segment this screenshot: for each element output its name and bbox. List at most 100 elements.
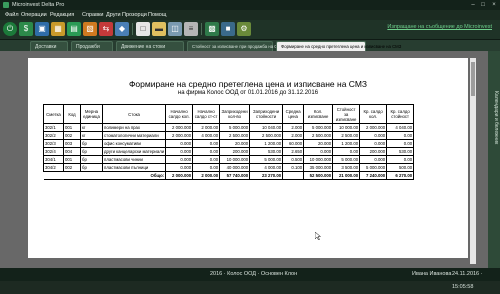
- payment-icon[interactable]: ◆: [115, 22, 129, 36]
- settings-icon[interactable]: ⚙: [237, 22, 251, 36]
- column-header: Заприходени кол-во: [219, 104, 251, 124]
- table-cell: 0.00: [192, 155, 221, 164]
- table-cell: други канцеларски материали: [101, 147, 167, 156]
- table-cell: 2 000.00: [192, 123, 221, 132]
- column-header: Начално салдо ст-ст: [192, 104, 221, 124]
- table-cell: 10 040.00: [249, 123, 284, 132]
- column-header: Кр. салдо кол.: [359, 104, 388, 124]
- table-cell: пластмасови пълници: [101, 163, 167, 172]
- table-cell: 304/1: [43, 155, 64, 164]
- table-cell: 2 500.000: [303, 131, 334, 140]
- table-cell: 35 000.000: [303, 163, 334, 172]
- cart-icon[interactable]: ▣: [35, 22, 49, 36]
- table-cell: 10 000.000: [219, 155, 251, 164]
- scrollbar-thumb[interactable]: [471, 62, 475, 96]
- dollar-icon[interactable]: $: [19, 22, 33, 36]
- tab-weighted-price[interactable]: Формиране на средно претеглена цена и из…: [276, 41, 401, 51]
- minimize-icon[interactable]: –: [468, 1, 478, 9]
- total-cell: 52 500.000: [303, 171, 334, 180]
- table-cell: 0.100: [282, 163, 305, 172]
- title-bar: Microinvest Delta Pro – □ ×: [0, 0, 500, 10]
- table-cell: 0.00: [386, 155, 415, 164]
- menu-other[interactable]: Други: [106, 10, 121, 20]
- table-row: 302/4 004 бр други канцеларски материали 0.0…: [43, 147, 415, 156]
- table-cell: 1 200.00: [332, 139, 361, 148]
- table-cell: 5 000.000: [303, 123, 334, 132]
- chart-icon[interactable]: ■: [221, 22, 235, 36]
- table-cell: стоматологични материали: [101, 131, 167, 140]
- table-cell: 2 000.000: [165, 123, 194, 132]
- menu-reports[interactable]: Справки: [82, 10, 103, 20]
- table-cell: 0.000: [359, 139, 388, 148]
- table-cell: полимери на прах: [101, 123, 167, 132]
- power-icon[interactable]: ⏻: [3, 22, 17, 36]
- table-cell: 2.650: [282, 147, 305, 156]
- table-cell: 2 000.000: [359, 123, 388, 132]
- table-cell: 2.000: [282, 123, 305, 132]
- table-cell: 1 200.00: [249, 139, 284, 148]
- close-icon[interactable]: ×: [489, 1, 499, 9]
- table-cell: 0.000: [165, 155, 194, 164]
- table-cell: 0.000: [165, 139, 194, 148]
- column-header: Стока: [101, 104, 167, 124]
- vertical-scrollbar[interactable]: [470, 58, 476, 264]
- box-icon[interactable]: ▧: [83, 22, 97, 36]
- invoice-icon[interactable]: ▤: [67, 22, 81, 36]
- table-row: 304/1 001 бр пластмасови чинии 0.000 0.00 10 0…: [43, 155, 415, 164]
- total-cell: 23 270.00: [249, 171, 284, 180]
- tab-sales[interactable]: Продажби: [71, 41, 113, 51]
- table-cell: 40 000.000: [219, 163, 251, 172]
- table-cell: 0.500: [282, 155, 305, 164]
- total-cell: 57 740.000: [219, 171, 251, 180]
- transfer-icon[interactable]: ⇆: [99, 22, 113, 36]
- table-cell: 20.000: [219, 139, 251, 148]
- column-header: Стойност за изписване: [332, 104, 361, 124]
- report-table: Сметка Код Мерна единица Стока Начално салдо…: [43, 104, 415, 180]
- bag-icon[interactable]: ▦: [51, 22, 65, 36]
- table-cell: бр: [80, 147, 103, 156]
- menu-operations[interactable]: Операции: [21, 10, 47, 20]
- tab-stock-movement[interactable]: Движение на стоки: [116, 41, 184, 51]
- table-cell: 0.00: [386, 139, 415, 148]
- promo-link[interactable]: Изпращане на съобщение до Microinvest: [387, 24, 492, 30]
- report-icon[interactable]: ▩: [205, 22, 219, 36]
- tab-deliveries[interactable]: Доставки: [30, 41, 68, 51]
- table-cell: 200.000: [219, 147, 251, 156]
- total-row: Общо: 2 000.000 2 000.00 57 740.000 23 270.0…: [43, 171, 415, 180]
- table-cell: 302/2: [43, 131, 64, 140]
- menu-windows[interactable]: Прозорци: [122, 10, 147, 20]
- maximize-icon[interactable]: □: [478, 1, 488, 9]
- table-cell: 20.000: [303, 139, 334, 148]
- status-company: 2016 · Колос ООД · Основен Клон: [210, 271, 298, 277]
- report-title: Формиране на средно претеглена цена и из…: [128, 79, 368, 89]
- table-cell: пластмасови чинии: [101, 155, 167, 164]
- table-cell: бр: [80, 163, 103, 172]
- table-header: Сметка Код Мерна единица Стока Начално салдо…: [43, 104, 415, 124]
- table-cell: кг: [80, 123, 103, 132]
- table-row: 304/2 002 бр пластмасови пълници 0.000 0.00 40…: [43, 163, 415, 172]
- table-cell: 3 500.00: [332, 163, 361, 172]
- folder-icon[interactable]: ▬: [152, 22, 166, 36]
- toolbar: ⏻ $ ▣ ▦ ▤ ▧ ⇆ ◆ □ ▬ ◫ ≡ ▩ ■ ⚙ Изпращане …: [0, 20, 500, 40]
- list-icon[interactable]: ≡: [184, 22, 198, 36]
- table-cell: 10 000.00: [332, 123, 361, 132]
- table-cell: 500.00: [386, 163, 415, 172]
- table-cell: 4 040.00: [386, 123, 415, 132]
- menu-file[interactable]: Файл: [5, 10, 19, 20]
- tab-bar: Доставки Продажби Движение на стоки Стой…: [0, 40, 500, 51]
- total-cell: 21 000.00: [332, 171, 361, 180]
- print-icon[interactable]: ◫: [168, 22, 182, 36]
- table-cell: бр: [80, 139, 103, 148]
- table-cell: 2 500.000: [249, 131, 284, 140]
- menu-help[interactable]: Помощ: [148, 10, 166, 20]
- tab-write-off-value[interactable]: Стойност за изписване при продажба на СМ…: [187, 41, 284, 51]
- calendar-side-panel[interactable]: Календари и бележник: [488, 51, 500, 268]
- menu-edit[interactable]: Редакция: [50, 10, 74, 20]
- doc-icon[interactable]: □: [136, 22, 150, 36]
- toolbar-separator: [201, 23, 202, 35]
- window-title: Microinvest Delta Pro: [12, 2, 65, 8]
- table-cell: 4 000.00: [249, 163, 284, 172]
- column-header: Начално салдо кол.: [165, 104, 194, 124]
- table-row: 302/1 001 кг полимери на прах 2 000.000 2 000…: [43, 123, 415, 132]
- menu-bar: Файл Операции Редакция Справки Други Про…: [0, 10, 500, 20]
